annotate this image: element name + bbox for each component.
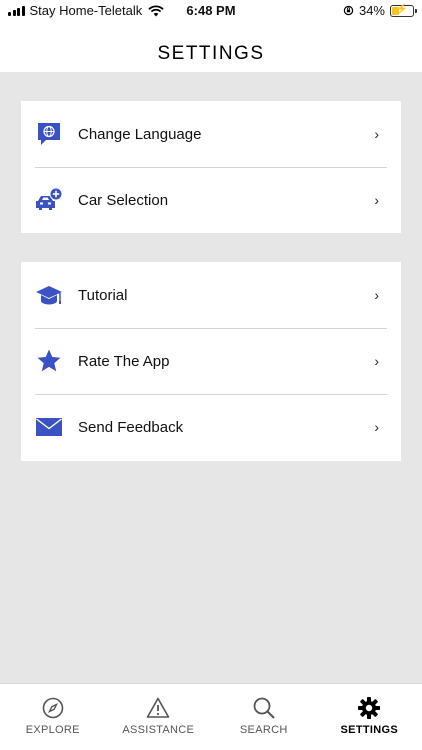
header: SETTINGS (0, 26, 422, 72)
tab-bar: EXPLORE ASSISTANCE SEARCH SETTINGS (0, 683, 422, 750)
settings-content: Change Language › Car Selection › Tutori… (0, 72, 422, 683)
settings-item-rate-app[interactable]: Rate The App › (21, 328, 401, 394)
tab-settings[interactable]: SETTINGS (317, 684, 422, 750)
gear-icon (358, 697, 381, 719)
settings-item-label: Send Feedback (78, 418, 184, 436)
battery-icon: ⚡ (390, 3, 417, 17)
settings-item-tutorial[interactable]: Tutorial › (21, 262, 401, 328)
tab-assistance[interactable]: ASSISTANCE (106, 684, 212, 750)
chevron-right-icon: › (374, 287, 379, 303)
settings-group-app: Tutorial › Rate The App › Send Feedback … (21, 262, 401, 461)
tab-label: SEARCH (239, 724, 288, 736)
warning-icon (146, 697, 170, 718)
search-icon (253, 697, 275, 719)
star-icon (35, 347, 63, 375)
tab-search[interactable]: SEARCH (211, 684, 317, 750)
chevron-right-icon: › (374, 353, 379, 369)
chevron-right-icon: › (374, 419, 379, 435)
orientation-lock-icon (343, 5, 354, 16)
tab-label: EXPLORE (25, 724, 80, 736)
tab-label: SETTINGS (340, 724, 398, 736)
tab-label: ASSISTANCE (122, 724, 195, 736)
graduation-cap-icon (35, 281, 63, 309)
settings-item-label: Tutorial (78, 286, 128, 304)
tab-explore[interactable]: EXPLORE (0, 684, 106, 750)
settings-item-car-selection[interactable]: Car Selection › (21, 167, 401, 233)
settings-item-change-language[interactable]: Change Language › (21, 101, 401, 167)
car-add-icon (35, 186, 63, 214)
settings-item-label: Rate The App (78, 352, 170, 370)
charging-bolt-icon: ⚡ (395, 3, 409, 15)
settings-item-send-feedback[interactable]: Send Feedback › (21, 394, 401, 460)
settings-item-label: Car Selection (78, 191, 169, 209)
status-right: 34% ⚡ (343, 3, 417, 18)
settings-group-general: Change Language › Car Selection › (21, 101, 401, 233)
status-bar: Stay Home-Teletalk 6:48 PM 34% ⚡ (0, 0, 422, 26)
envelope-icon (35, 413, 63, 441)
chevron-right-icon: › (374, 192, 379, 208)
language-globe-icon (35, 120, 63, 148)
chevron-right-icon: › (374, 126, 379, 142)
page-title: SETTINGS (157, 43, 265, 64)
settings-item-label: Change Language (78, 125, 202, 143)
compass-icon (42, 697, 64, 719)
battery-percent: 34% (358, 3, 385, 18)
